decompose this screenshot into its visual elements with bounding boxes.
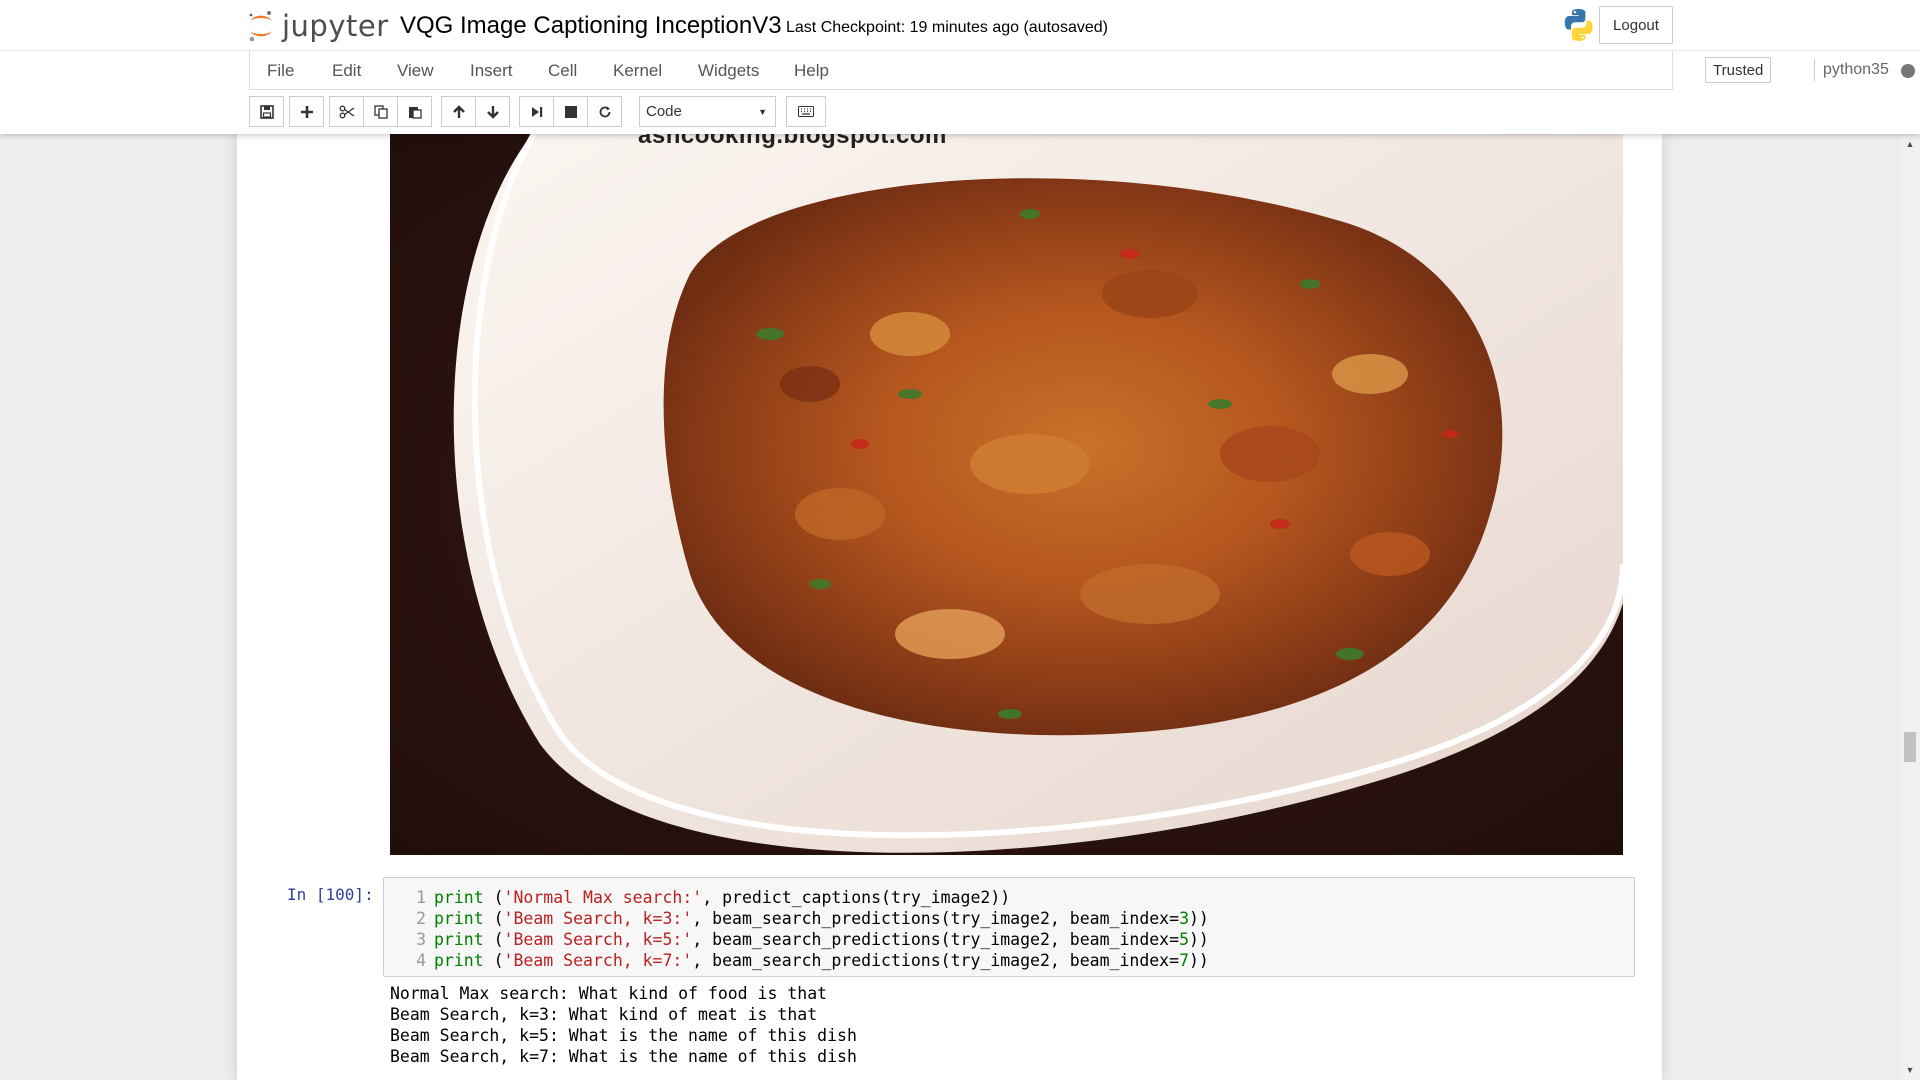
code-token: 'Beam Search, k=7:'	[503, 951, 693, 970]
menu-help[interactable]: Help	[794, 61, 829, 81]
toolbar: Code ▼	[249, 96, 1673, 128]
copy-icon	[373, 104, 388, 119]
line-number: 3	[416, 930, 426, 949]
menu-file[interactable]: File	[267, 61, 294, 81]
copy-button[interactable]	[363, 96, 398, 127]
jupyter-logo-text: jupyter	[282, 9, 389, 43]
output-line: Beam Search, k=5: What is the name of th…	[390, 1026, 857, 1045]
logout-button[interactable]: Logout	[1599, 6, 1673, 44]
output-line: Beam Search, k=7: What is the name of th…	[390, 1047, 857, 1066]
jupyter-logo-icon	[247, 9, 275, 43]
code-text: print ('Beam Search, k=3:', beam_search_…	[434, 909, 1209, 928]
code-token: , beam_search_predictions(try_image2, be…	[692, 909, 1180, 928]
save-button[interactable]	[249, 96, 284, 127]
scrollbar-thumb[interactable]	[1904, 732, 1916, 762]
code-token: (	[483, 888, 504, 907]
notebook-header: jupyter VQG Image Captioning InceptionV3…	[0, 0, 1920, 134]
arrow-down-icon	[486, 105, 499, 119]
code-token: ))	[1189, 930, 1209, 949]
insert-cell-button[interactable]	[289, 96, 324, 127]
jupyter-logo[interactable]: jupyter	[247, 6, 389, 46]
move-up-button[interactable]	[441, 96, 476, 127]
code-cell-editor[interactable]: 1 print ('Normal Max search:', predict_ca…	[383, 877, 1635, 977]
command-palette-button[interactable]	[786, 96, 826, 127]
output-line: Normal Max search: What kind of food is …	[390, 984, 828, 1003]
code-token: , beam_search_predictions(try_image2, be…	[692, 951, 1180, 970]
code-text: print ('Normal Max search:', predict_cap…	[434, 888, 1010, 907]
python-logo-icon	[1561, 7, 1597, 43]
scroll-up-icon[interactable]: ▲	[1904, 138, 1916, 150]
interrupt-button[interactable]	[553, 96, 588, 127]
menu-edit[interactable]: Edit	[332, 61, 361, 81]
stop-icon	[564, 105, 577, 118]
line-number: 1	[416, 888, 426, 907]
restart-button[interactable]	[587, 96, 622, 127]
keyboard-icon	[798, 106, 814, 117]
code-token: 'Beam Search, k=5:'	[503, 930, 693, 949]
arrow-up-icon	[452, 104, 465, 118]
code-token: (	[483, 930, 504, 949]
code-token: (	[483, 909, 504, 928]
line-number: 4	[416, 951, 426, 970]
save-icon	[259, 104, 274, 119]
menu-insert[interactable]: Insert	[470, 61, 513, 81]
page-scrollbar[interactable]: ▲ ▼	[1900, 134, 1920, 1080]
chevron-down-icon: ▼	[758, 107, 767, 117]
kernel-name[interactable]: python35	[1823, 61, 1889, 79]
cell-type-select[interactable]: Code ▼	[639, 96, 776, 127]
code-text: print ('Beam Search, k=7:', beam_search_…	[434, 951, 1209, 970]
code-token: (	[483, 951, 504, 970]
paste-icon	[408, 106, 422, 119]
menu-widgets[interactable]: Widgets	[698, 61, 759, 81]
checkpoint-status: Last Checkpoint: 19 minutes ago (autosav…	[786, 19, 1108, 36]
output-line: Beam Search, k=3: What kind of meat is t…	[390, 1005, 818, 1024]
cell-type-value: Code	[646, 103, 682, 120]
header-top-bar: jupyter VQG Image Captioning InceptionV3…	[0, 0, 1920, 51]
kernel-separator	[1814, 59, 1815, 81]
menu-kernel[interactable]: Kernel	[613, 61, 662, 81]
image-watermark: ashcooking.blogspot.com	[638, 134, 947, 149]
menu-cell[interactable]: Cell	[548, 61, 577, 81]
line-number: 2	[416, 909, 426, 928]
trusted-indicator[interactable]: Trusted	[1705, 57, 1772, 83]
output-food-image: ashcooking.blogspot.com	[390, 134, 1623, 855]
menu-view[interactable]: View	[397, 61, 434, 81]
notebook-title[interactable]: VQG Image Captioning InceptionV3	[400, 12, 782, 40]
run-button[interactable]	[519, 96, 554, 127]
code-token: 3	[1179, 909, 1189, 928]
kernel-status-icon	[1901, 64, 1915, 78]
paste-button[interactable]	[397, 96, 432, 127]
code-token: 7	[1179, 951, 1189, 970]
code-token: print	[434, 909, 484, 928]
code-token: , beam_search_predictions(try_image2, be…	[692, 930, 1180, 949]
code-text: print ('Beam Search, k=5:', beam_search_…	[434, 930, 1209, 949]
plus-icon	[300, 105, 313, 118]
code-token: ))	[1189, 909, 1209, 928]
code-token: , predict_captions(try_image2))	[702, 888, 1011, 907]
code-token: ))	[1189, 951, 1209, 970]
code-token: 'Normal Max search:'	[503, 888, 703, 907]
code-token: print	[434, 888, 484, 907]
code-token: 5	[1179, 930, 1189, 949]
code-token: print	[434, 930, 484, 949]
code-token: print	[434, 951, 484, 970]
scroll-down-icon[interactable]: ▼	[1904, 1064, 1916, 1076]
menubar: File Edit View Insert Cell Kernel Widget…	[249, 51, 1915, 90]
code-token: 'Beam Search, k=3:'	[503, 909, 693, 928]
cell-output: Normal Max search: What kind of food is …	[390, 984, 857, 1068]
cut-button[interactable]	[329, 96, 364, 127]
cut-icon	[339, 105, 354, 118]
cell-prompt: In [100]:	[287, 885, 374, 904]
run-icon	[531, 106, 542, 117]
restart-icon	[599, 106, 610, 117]
move-down-button[interactable]	[475, 96, 510, 127]
